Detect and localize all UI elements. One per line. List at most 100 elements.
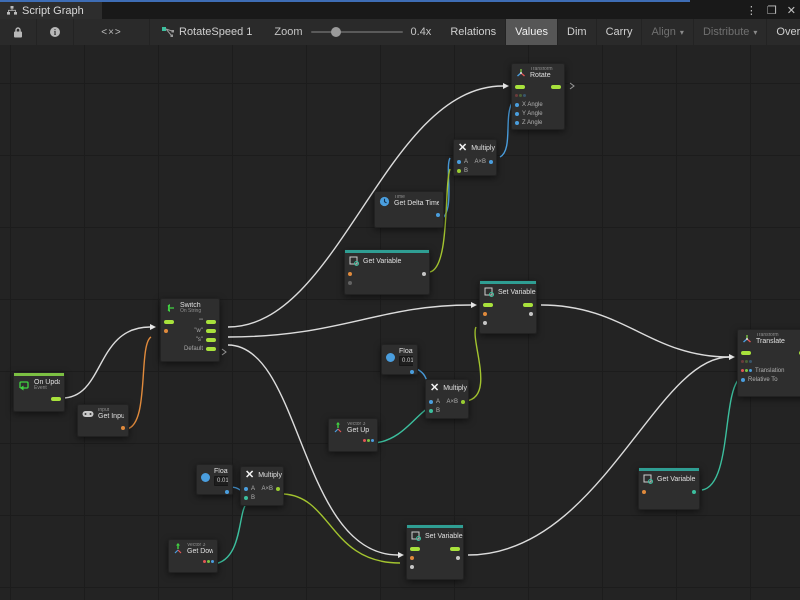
vector3-output-port[interactable]	[363, 439, 374, 442]
lock-button[interactable]	[0, 19, 37, 45]
value-input-port[interactable]	[483, 321, 487, 325]
wire-generic-multiplybottom-setvarbottom	[284, 494, 400, 563]
b-port[interactable]	[429, 409, 433, 413]
control-output-port[interactable]	[551, 85, 561, 89]
variable-name-port[interactable]	[410, 556, 414, 560]
z-angle-port[interactable]	[515, 121, 519, 125]
value-input-port[interactable]	[410, 565, 414, 569]
variable-name-port[interactable]	[642, 490, 646, 494]
graph-toolbar: i <×> RotateSpeed 1 Zoom 0.4x Relations …	[0, 19, 800, 46]
node-vector3-get-up[interactable]: Vector 3Get Up	[328, 418, 378, 452]
float-value-field[interactable]: 0.01	[399, 356, 413, 366]
result-port[interactable]	[461, 400, 465, 404]
delta-time-output-port[interactable]	[436, 213, 440, 217]
relative-to-port[interactable]	[741, 378, 745, 382]
a-port[interactable]	[244, 487, 248, 491]
node-vector3-get-down[interactable]: Vector 3Get Down	[168, 539, 218, 573]
node-float-bottom[interactable]: Float0.01	[196, 464, 233, 495]
node-multiply-top[interactable]: ✕Multiply AA×B B	[453, 139, 497, 176]
fallback-port[interactable]	[348, 281, 352, 285]
control-output-port[interactable]	[450, 547, 460, 551]
float-value-field[interactable]: 0.01	[214, 476, 228, 486]
zoom-label: Zoom	[274, 26, 302, 38]
a-port[interactable]	[457, 160, 461, 164]
wire-arrow	[503, 83, 509, 89]
y-angle-port[interactable]	[515, 112, 519, 116]
tab-script-graph[interactable]: Script Graph	[0, 2, 102, 19]
gamepad-icon	[82, 410, 94, 418]
b-port[interactable]	[457, 169, 461, 173]
node-get-delta-time[interactable]: TimeGet Delta Time	[374, 191, 444, 228]
translation-port[interactable]	[741, 369, 752, 372]
graph-breadcrumb[interactable]: RotateSpeed 1	[150, 26, 264, 38]
value-output-port[interactable]	[456, 556, 460, 560]
variable-icon	[643, 474, 653, 484]
control-input-port[interactable]	[410, 547, 420, 551]
value-output-port[interactable]	[692, 490, 696, 494]
control-input-port[interactable]	[515, 85, 525, 89]
case-1-output-port[interactable]	[206, 320, 216, 324]
values-button[interactable]: Values	[506, 19, 558, 45]
control-input-port[interactable]	[741, 351, 751, 355]
node-float-mid[interactable]: Float0.01	[381, 344, 418, 375]
result-port[interactable]	[489, 160, 493, 164]
case-2-output-port[interactable]	[206, 329, 216, 333]
dim-button[interactable]: Dim	[558, 19, 597, 45]
node-set-variable-bottom[interactable]: Set Variable	[406, 524, 464, 580]
control-input-port[interactable]	[164, 320, 174, 324]
node-set-variable-top[interactable]: Set Variable	[479, 280, 537, 334]
node-get-variable-mid[interactable]: Get Variable	[344, 249, 430, 295]
node-multiply-bottom[interactable]: ✕Multiply AA×B B	[240, 466, 284, 506]
node-switch-on-string[interactable]: SwitchOn String "" "w" "s" Default	[160, 298, 220, 362]
align-button[interactable]: Align▾	[642, 19, 693, 45]
carry-button[interactable]: Carry	[597, 19, 643, 45]
variable-name-port[interactable]	[483, 312, 487, 316]
result-port[interactable]	[276, 487, 280, 491]
overview-button[interactable]: Overview	[767, 19, 800, 45]
info-button[interactable]: i	[37, 19, 74, 45]
maximize-icon[interactable]: ❐	[767, 4, 777, 17]
x-angle-port[interactable]	[515, 103, 519, 107]
distribute-button[interactable]: Distribute▾	[694, 19, 767, 45]
transform-self-port[interactable]	[741, 360, 752, 363]
node-transform-rotate[interactable]: TransformRotate X Angle Y Angle Z Angle	[511, 63, 565, 130]
control-output-port[interactable]	[523, 303, 533, 307]
transform-self-port[interactable]	[515, 94, 526, 97]
node-multiply-mid[interactable]: ✕Multiply AA×B B	[425, 379, 469, 419]
value-output-port[interactable]	[422, 272, 426, 276]
code-preview-icon: <×>	[101, 27, 122, 38]
control-output-port[interactable]	[51, 397, 61, 401]
case-3-output-port[interactable]	[206, 338, 216, 342]
window-menu-icon[interactable]: ⋮	[746, 4, 757, 17]
vector3-output-port[interactable]	[203, 560, 214, 563]
node-get-variable-right[interactable]: Get Variable	[638, 467, 700, 510]
vector3-down-icon	[173, 543, 183, 555]
transform-icon	[742, 334, 752, 345]
zoom-slider-handle[interactable]	[331, 27, 341, 37]
close-icon[interactable]: ✕	[787, 4, 796, 17]
selector-port[interactable]	[164, 329, 168, 333]
wire-vector-getvarright-translate	[702, 378, 740, 490]
chevron-down-icon: ▾	[753, 28, 757, 37]
port-chevron	[222, 349, 226, 355]
update-loop-icon	[18, 380, 30, 391]
zoom-value: 0.4x	[411, 26, 432, 38]
default-output-port[interactable]	[206, 347, 216, 351]
tab-title: Script Graph	[22, 5, 84, 17]
string-output-port[interactable]	[121, 426, 125, 430]
b-port[interactable]	[244, 496, 248, 500]
code-preview-button[interactable]: <×>	[74, 19, 150, 45]
zoom-slider[interactable]	[311, 31, 403, 33]
node-get-input-string[interactable]: InputGet Input String	[77, 404, 129, 437]
graph-canvas[interactable]: TransformRotate X Angle Y Angle Z Angle …	[0, 45, 800, 600]
value-output-port[interactable]	[529, 312, 533, 316]
variable-name-port[interactable]	[348, 272, 352, 276]
float-output-port[interactable]	[410, 370, 414, 374]
float-icon	[201, 473, 210, 482]
node-on-update[interactable]: On UpdateEvent	[13, 372, 65, 412]
relations-button[interactable]: Relations	[441, 19, 506, 45]
float-output-port[interactable]	[225, 490, 229, 494]
control-input-port[interactable]	[483, 303, 493, 307]
node-transform-translate[interactable]: TransformTranslate Translation Relative …	[737, 329, 800, 397]
a-port[interactable]	[429, 400, 433, 404]
